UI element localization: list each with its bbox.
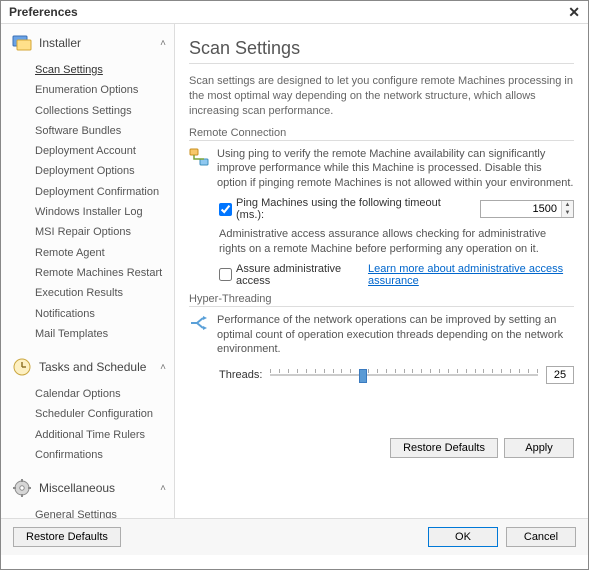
- sidebar-item-notifications[interactable]: Notifications: [1, 304, 174, 324]
- sidebar-item-deployment-confirmation[interactable]: Deployment Confirmation: [1, 182, 174, 202]
- spin-up-icon[interactable]: ▲: [562, 201, 573, 209]
- main-panel: Scan Settings Scan settings are designed…: [175, 24, 588, 518]
- sidebar-item-additional-time-rulers[interactable]: Additional Time Rulers: [1, 425, 174, 445]
- sidebar-item-scan-settings[interactable]: Scan Settings: [1, 60, 174, 80]
- ping-checkbox[interactable]: [219, 203, 232, 216]
- restore-defaults-global-button[interactable]: Restore Defaults: [13, 527, 121, 547]
- installer-icon: [11, 32, 33, 54]
- sidebar-item-remote-agent[interactable]: Remote Agent: [1, 243, 174, 263]
- sidebar-item-deployment-account[interactable]: Deployment Account: [1, 141, 174, 161]
- learn-more-link[interactable]: Learn more about administrative access a…: [368, 263, 574, 287]
- sidebar-item-execution-results[interactable]: Execution Results: [1, 283, 174, 303]
- remote-note: Using ping to verify the remote Machine …: [217, 147, 574, 192]
- section-label: Tasks and Schedule: [39, 360, 146, 374]
- group-hyper-threading: Hyper-Threading: [189, 293, 574, 307]
- section-tasks-schedule[interactable]: Tasks and Schedule ˄: [1, 352, 174, 382]
- sidebar-item-remote-machines-restart[interactable]: Remote Machines Restart: [1, 263, 174, 283]
- ping-timeout-input[interactable]: [481, 201, 561, 217]
- chevron-up-icon: ˄: [160, 362, 166, 373]
- section-label: Installer: [39, 36, 81, 50]
- sidebar-item-windows-installer-log[interactable]: Windows Installer Log: [1, 202, 174, 222]
- ok-button[interactable]: OK: [428, 527, 498, 547]
- sidebar-item-enumeration-options[interactable]: Enumeration Options: [1, 80, 174, 100]
- sidebar-item-deployment-options[interactable]: Deployment Options: [1, 161, 174, 181]
- sidebar-item-general-settings[interactable]: General Settings: [1, 505, 174, 518]
- window-title: Preferences: [9, 5, 78, 19]
- sidebar-item-collections-settings[interactable]: Collections Settings: [1, 101, 174, 121]
- admin-note: Administrative access assurance allows c…: [219, 227, 574, 257]
- cancel-button[interactable]: Cancel: [506, 527, 576, 547]
- close-icon[interactable]: ✕: [568, 5, 580, 19]
- clock-icon: [11, 356, 33, 378]
- sidebar-item-msi-repair-options[interactable]: MSI Repair Options: [1, 222, 174, 242]
- threads-input[interactable]: [546, 366, 574, 384]
- ping-timeout-spinner[interactable]: ▲▼: [480, 200, 574, 218]
- branch-icon: [189, 313, 209, 333]
- apply-button[interactable]: Apply: [504, 438, 574, 458]
- page-description: Scan settings are designed to let you co…: [189, 74, 574, 119]
- ping-label: Ping Machines using the following timeou…: [236, 197, 470, 221]
- sidebar-item-mail-templates[interactable]: Mail Templates: [1, 324, 174, 344]
- assure-checkbox[interactable]: [219, 268, 232, 281]
- restore-defaults-button[interactable]: Restore Defaults: [390, 438, 498, 458]
- threads-slider[interactable]: [270, 365, 538, 385]
- slider-thumb[interactable]: [359, 369, 367, 383]
- gear-icon: [11, 477, 33, 499]
- sidebar-item-calendar-options[interactable]: Calendar Options: [1, 384, 174, 404]
- chevron-up-icon: ˄: [160, 38, 166, 49]
- group-remote-connection: Remote Connection: [189, 127, 574, 141]
- network-icon: [189, 147, 209, 167]
- chevron-up-icon: ˄: [160, 483, 166, 494]
- sidebar-item-scheduler-configuration[interactable]: Scheduler Configuration: [1, 404, 174, 424]
- page-title: Scan Settings: [189, 38, 574, 64]
- sidebar-item-confirmations[interactable]: Confirmations: [1, 445, 174, 465]
- assure-label: Assure administrative access: [236, 263, 354, 287]
- threads-label: Threads:: [219, 369, 262, 381]
- section-miscellaneous[interactable]: Miscellaneous ˄: [1, 473, 174, 503]
- hyper-note: Performance of the network operations ca…: [217, 313, 574, 358]
- section-label: Miscellaneous: [39, 481, 115, 495]
- spin-down-icon[interactable]: ▼: [562, 209, 573, 217]
- sidebar: Installer ˄ Scan Settings Enumeration Op…: [1, 24, 175, 518]
- sidebar-item-software-bundles[interactable]: Software Bundles: [1, 121, 174, 141]
- section-installer[interactable]: Installer ˄: [1, 28, 174, 58]
